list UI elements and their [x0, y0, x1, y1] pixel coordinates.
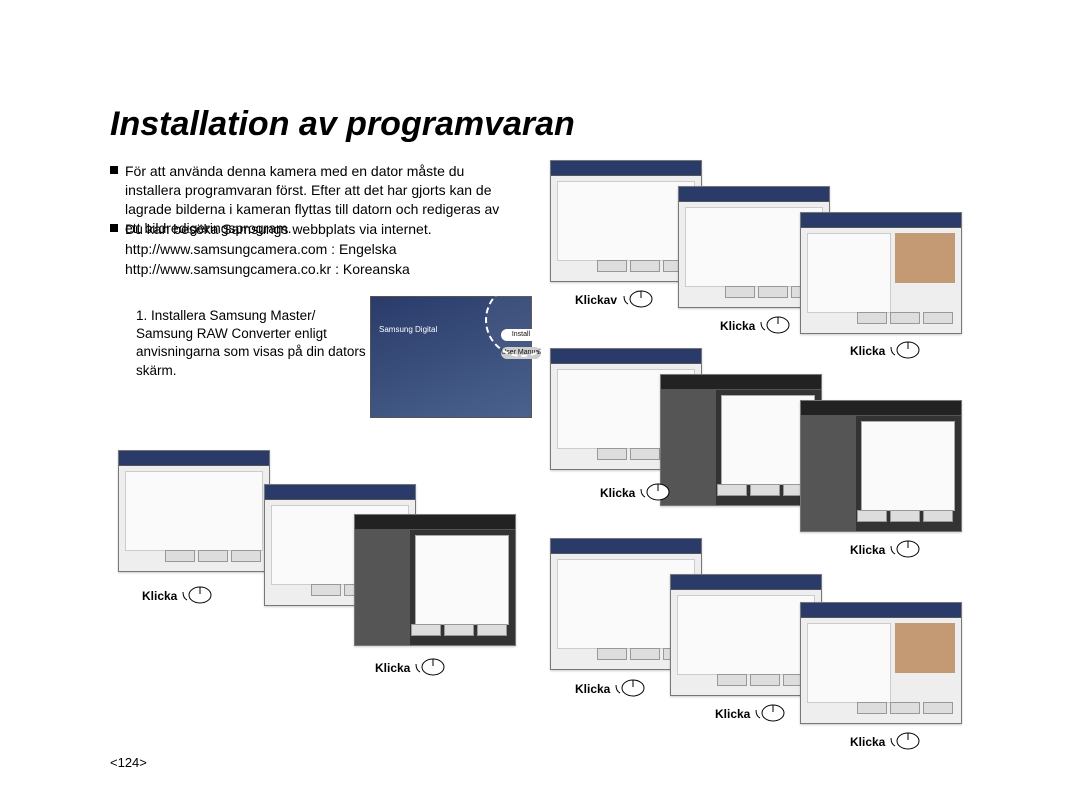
mouse-icon [890, 731, 922, 751]
klicka-label: Klicka [575, 682, 610, 696]
step-number: 1. [136, 308, 147, 323]
mouse-icon [623, 289, 655, 309]
klicka-label: Klicka [850, 344, 885, 358]
installer-dialog-screenshot [660, 374, 822, 506]
installer-dialog-screenshot [800, 212, 962, 334]
install-button: Install [501, 329, 541, 341]
mouse-icon [760, 315, 792, 335]
mouse-icon [415, 657, 447, 677]
page-number: <124> [110, 755, 147, 770]
mouse-icon [890, 340, 922, 360]
klicka-label: Klicka [375, 661, 410, 675]
manual-page: Installation av programvaran För att anv… [0, 0, 1080, 790]
user-manual-button: User Manual [501, 347, 541, 359]
step-1: 1. Installera Samsung Master/ Samsung RA… [136, 307, 366, 380]
brand-text: Samsung Digital [379, 325, 437, 334]
website-link-kr: http://www.samsungcamera.co.kr : Koreans… [125, 260, 505, 279]
mouse-icon [640, 482, 672, 502]
bullet-icon [110, 166, 118, 174]
installer-dialog-screenshot [354, 514, 516, 646]
klicka-label: Klicka [850, 543, 885, 557]
klicka-label: Klicka [850, 735, 885, 749]
mouse-icon [755, 703, 787, 723]
mouse-icon [615, 678, 647, 698]
mouse-icon [182, 585, 214, 605]
mouse-icon [890, 539, 922, 559]
klicka-label: Klicka [715, 707, 750, 721]
klicka-label: Klicka [720, 319, 755, 333]
installer-dialog-screenshot [118, 450, 270, 572]
klickav-label: Klickav [575, 293, 617, 307]
bullet-icon [110, 224, 118, 232]
website-link-en: http://www.samsungcamera.com : Engelska [125, 240, 505, 259]
installer-dialog-screenshot [800, 400, 962, 532]
installer-dialog-screenshot [800, 602, 962, 724]
cd-rom-menu-screenshot: Samsung Digital Install User Manual [370, 296, 532, 418]
klicka-label: Klicka [142, 589, 177, 603]
page-title: Installation av programvaran [110, 105, 575, 144]
klicka-label: Klicka [600, 486, 635, 500]
intro-paragraph-2: Du kan besöka Samsungs webbplats via int… [125, 220, 505, 239]
step-text: Installera Samsung Master/ Samsung RAW C… [136, 308, 366, 378]
